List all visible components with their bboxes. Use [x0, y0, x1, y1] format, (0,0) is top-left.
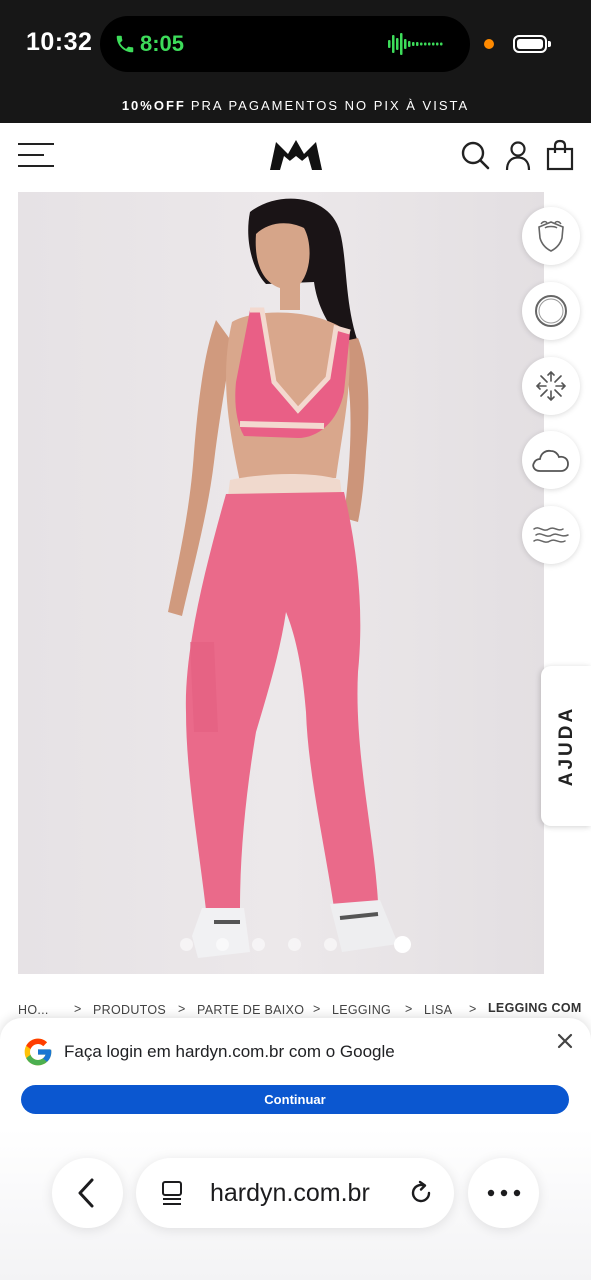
- reload-icon[interactable]: [408, 1180, 434, 1206]
- continue-button[interactable]: Continuar: [21, 1085, 569, 1114]
- search-icon[interactable]: [460, 139, 490, 171]
- back-chevron-icon: [78, 1178, 94, 1208]
- breadcrumb-item-lisa[interactable]: LISA: [424, 1003, 452, 1017]
- feature-protection[interactable]: [522, 207, 580, 265]
- feature-stretch[interactable]: [522, 357, 580, 415]
- screen: { "status_bar": { "time": "10:32", "call…: [0, 0, 591, 1280]
- promo-banner: 10%OFF PRA PAGAMENTOS NO PIX À VISTA: [0, 88, 591, 123]
- breadcrumb-item-produtos[interactable]: PRODUTOS: [93, 1003, 166, 1017]
- audio-wave-icon: [388, 33, 443, 55]
- product-image-gallery[interactable]: [18, 192, 544, 974]
- bag-icon[interactable]: [545, 139, 575, 171]
- wind-waves-icon: [533, 527, 569, 543]
- ring-icon: [535, 295, 567, 327]
- user-icon[interactable]: [503, 139, 533, 171]
- carousel-dot[interactable]: [288, 938, 301, 951]
- dynamic-island[interactable]: 8:05: [100, 16, 470, 72]
- shield-flame-icon: [538, 220, 564, 252]
- breadcrumb-item-current: LEGGING COM: [488, 1001, 582, 1015]
- status-bar: 10:32 8:05: [0, 0, 591, 88]
- breadcrumb-separator: >: [405, 1002, 413, 1016]
- help-tab[interactable]: AJUDA: [541, 666, 591, 826]
- google-logo-icon: [24, 1038, 52, 1066]
- close-icon[interactable]: [554, 1030, 576, 1052]
- carousel-dot-active[interactable]: [394, 936, 411, 953]
- breadcrumb-item-parte-de-baixo[interactable]: PARTE DE BAIXO: [197, 1003, 304, 1017]
- back-button[interactable]: [52, 1158, 123, 1228]
- carousel-dot[interactable]: [324, 938, 337, 951]
- address-bar[interactable]: hardyn.com.br: [136, 1158, 454, 1228]
- carousel-dots: [18, 935, 544, 953]
- active-call[interactable]: 8:05: [114, 31, 184, 57]
- signin-message: Faça login em hardyn.com.br com o Google: [64, 1042, 395, 1061]
- feature-seamless[interactable]: [522, 282, 580, 340]
- promo-highlight: 10%OFF: [121, 98, 186, 113]
- feature-breathable[interactable]: [522, 506, 580, 564]
- crown-logo[interactable]: [268, 136, 324, 172]
- breadcrumb-separator: >: [469, 1002, 477, 1016]
- phone-icon: [116, 35, 134, 53]
- call-timer: 8:05: [140, 31, 185, 56]
- battery-icon: [513, 35, 551, 53]
- feature-soft[interactable]: [522, 431, 580, 489]
- carousel-dot[interactable]: [252, 938, 265, 951]
- site-header: [0, 123, 591, 189]
- more-dots-icon: [487, 1189, 521, 1197]
- breadcrumb-separator: >: [313, 1002, 321, 1016]
- breadcrumb-item-home[interactable]: HO...: [18, 1003, 49, 1017]
- breadcrumb-separator: >: [74, 1002, 82, 1016]
- breadcrumb-item-legging[interactable]: LEGGING: [332, 1003, 391, 1017]
- carousel-dot[interactable]: [216, 938, 229, 951]
- menu-icon[interactable]: [18, 143, 54, 169]
- product-photo: [18, 192, 544, 974]
- help-tab-label: AJUDA: [556, 705, 577, 787]
- reader-icon[interactable]: [160, 1180, 184, 1206]
- camera-indicator-dot: [484, 39, 494, 49]
- promo-text: PRA PAGAMENTOS NO PIX À VISTA: [190, 98, 470, 113]
- cloud-icon: [532, 449, 569, 472]
- stretch-arrows-icon: [535, 370, 567, 402]
- breadcrumb-separator: >: [178, 1002, 186, 1016]
- url-text: hardyn.com.br: [210, 1179, 370, 1207]
- clock: 10:32: [26, 28, 93, 56]
- more-options-button[interactable]: [468, 1158, 539, 1228]
- breadcrumb: HO... > PRODUTOS > PARTE DE BAIXO > LEGG…: [18, 1000, 591, 1020]
- carousel-dot[interactable]: [180, 938, 193, 951]
